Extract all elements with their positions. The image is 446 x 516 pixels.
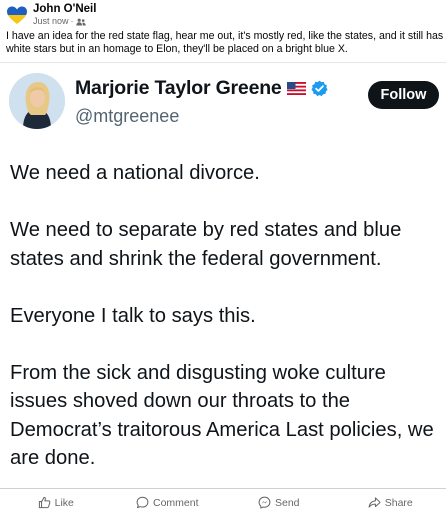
friends-icon: [75, 18, 86, 25]
tweet-paragraph: We need to separate by red states and bl…: [10, 219, 402, 270]
send-button[interactable]: Send: [223, 496, 335, 509]
post-action-bar: Like Comment Send Share: [0, 488, 446, 516]
author-avatar[interactable]: [6, 4, 28, 26]
tweet-paragraph: From the sick and disgusting woke cultur…: [10, 361, 434, 470]
tweet-name-row: Marjorie Taylor Greene: [75, 77, 328, 100]
comment-icon: [136, 496, 149, 509]
tweet-body: We need a national divorce. We need to s…: [10, 159, 440, 473]
follow-button[interactable]: Follow: [368, 81, 439, 109]
messenger-icon: [258, 496, 271, 509]
tweet-author-name[interactable]: Marjorie Taylor Greene: [75, 77, 282, 100]
post-author-name[interactable]: John O'Neil: [33, 3, 96, 16]
tweet-paragraph: We need a national divorce.: [10, 162, 260, 184]
send-label: Send: [274, 496, 300, 509]
tweet-author-handle[interactable]: @mtgreenee: [75, 106, 179, 127]
post-timestamp[interactable]: Just now ·: [33, 16, 96, 27]
comment-label: Comment: [152, 496, 199, 509]
tweet-paragraph: Everyone I talk to says this.: [10, 304, 256, 327]
thumbs-up-icon: [38, 496, 50, 509]
comment-button[interactable]: Comment: [112, 496, 224, 509]
share-button[interactable]: Share: [335, 496, 446, 509]
profile-photo: [9, 73, 65, 129]
like-button[interactable]: Like: [0, 496, 112, 509]
share-arrow-icon: [368, 497, 381, 508]
tweet-author-avatar[interactable]: [9, 73, 65, 129]
post-time-separator: ·: [70, 16, 74, 26]
like-label: Like: [54, 496, 74, 509]
post-text: I have an idea for the red state flag, h…: [6, 30, 444, 55]
verified-badge-icon: [310, 80, 328, 97]
share-label: Share: [384, 496, 413, 509]
ukraine-heart-icon: [7, 6, 27, 24]
post-header: John O'Neil Just now ·: [6, 3, 96, 27]
post-time-text: Just now: [33, 16, 69, 26]
us-flag-icon: [286, 82, 306, 95]
embedded-tweet[interactable]: Marjorie Taylor Greene @mtgreenee Follow…: [0, 62, 446, 487]
